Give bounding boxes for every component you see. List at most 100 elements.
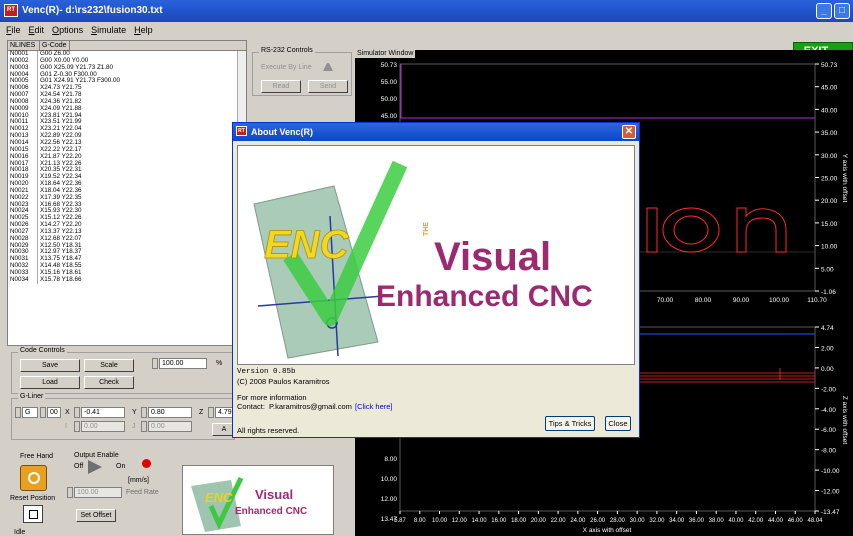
menu-bar: File Edit Options Simulate Help bbox=[0, 22, 853, 38]
top-x-tick-label: 70.00 bbox=[657, 297, 674, 304]
i-spinner[interactable] bbox=[74, 421, 80, 432]
scale-spinner[interactable] bbox=[152, 358, 158, 369]
feed-units-label: [mm/s] bbox=[128, 477, 149, 484]
g-field[interactable]: G bbox=[22, 407, 38, 418]
menu-options[interactable]: Options bbox=[52, 22, 83, 38]
bottom-x-tick-label: 8.00 bbox=[414, 518, 426, 524]
click-here-link[interactable]: [Click here] bbox=[355, 402, 393, 411]
output-toggle-switch[interactable] bbox=[88, 460, 102, 474]
side-left-tick-label: 8.00 bbox=[384, 456, 397, 463]
set-offset-button[interactable]: Set Offset bbox=[76, 509, 116, 522]
j-spinner[interactable] bbox=[141, 421, 147, 432]
y-label: Y bbox=[132, 409, 137, 416]
small-logo-panel: ENC Visual Enhanced CNC bbox=[182, 465, 334, 535]
g-liner-title: G-Liner bbox=[18, 393, 46, 401]
feed-rate-spinner[interactable] bbox=[67, 487, 73, 498]
top-right-tick-label: 40.00 bbox=[821, 107, 838, 114]
bottom-x-tick-label: 26.00 bbox=[590, 518, 606, 524]
side-right-tick-label: -8.00 bbox=[821, 448, 836, 455]
title-bar[interactable]: RT Venc(R)- d:\rs232\fusion30.txt _ □ bbox=[0, 0, 853, 22]
bottom-x-tick-label: 28.00 bbox=[610, 518, 626, 524]
y-spinner[interactable] bbox=[141, 407, 147, 418]
read-button[interactable]: Read bbox=[261, 80, 301, 93]
minimize-button[interactable]: _ bbox=[816, 3, 832, 19]
about-rights: All rights reserved. bbox=[237, 426, 300, 435]
output-status-led bbox=[142, 459, 151, 468]
j-field[interactable]: 0.00 bbox=[148, 421, 192, 432]
top-right-tick-label: 15.00 bbox=[821, 221, 838, 228]
gcode-row[interactable]: N0034 X15.78 Y18.66 bbox=[8, 276, 246, 284]
side-right-tick-label: -2.00 bbox=[821, 386, 836, 393]
side-right-tick-label: -10.00 bbox=[821, 468, 840, 475]
top-right-tick-label: 10.00 bbox=[821, 244, 838, 251]
about-contact-label: Contact: bbox=[237, 402, 265, 411]
top-right-axis-label: Y axis with offset bbox=[841, 154, 848, 203]
toolpath-letter-i bbox=[646, 207, 658, 253]
about-close-x-button[interactable]: ✕ bbox=[622, 125, 636, 139]
about-dialog: RT About Venc(R) ✕ ENC THE Visual Enhanc… bbox=[232, 122, 640, 438]
top-right-tick-label: 30.00 bbox=[821, 153, 838, 160]
y-field[interactable]: 0.80 bbox=[148, 407, 192, 418]
scale-percent-field[interactable]: 100.00 bbox=[159, 358, 207, 369]
about-title-bar[interactable]: RT About Venc(R) ✕ bbox=[233, 123, 639, 141]
top-right-tick-label: 25.00 bbox=[821, 176, 838, 183]
top-x-tick-label: 110.70 bbox=[807, 297, 827, 304]
about-close-button[interactable]: Close bbox=[605, 416, 631, 431]
side-right-tick-label: 2.00 bbox=[821, 345, 834, 352]
scale-button[interactable]: Scale bbox=[84, 359, 134, 372]
load-button[interactable]: Load bbox=[20, 376, 80, 389]
code-number-spinner[interactable] bbox=[40, 407, 46, 418]
gcode-line-number: N0034 bbox=[8, 276, 38, 284]
nlines-header[interactable]: NLINES bbox=[8, 41, 40, 50]
bottom-x-tick-label: 46.00 bbox=[788, 518, 804, 524]
bottom-x-tick-label: 32.00 bbox=[649, 518, 665, 524]
send-button[interactable]: Send bbox=[308, 80, 348, 93]
menu-file[interactable]: File bbox=[6, 22, 21, 38]
i-field[interactable]: 0.00 bbox=[81, 421, 125, 432]
menu-help[interactable]: Help bbox=[134, 22, 153, 38]
logo-visual-text: Visual bbox=[434, 235, 551, 279]
reset-icon bbox=[29, 510, 38, 519]
x-field[interactable]: -0.41 bbox=[81, 407, 125, 418]
execute-by-line-label: Execute By Line bbox=[261, 64, 312, 71]
small-logo-enc: ENC bbox=[205, 490, 233, 505]
about-logo-panel: ENC THE Visual Enhanced CNC bbox=[237, 145, 635, 365]
free-hand-button[interactable] bbox=[20, 465, 47, 491]
bottom-x-tick-label: 16.00 bbox=[491, 518, 507, 524]
menu-simulate[interactable]: Simulate bbox=[91, 22, 126, 38]
window-title: Venc(R)- d:\rs232\fusion30.txt bbox=[22, 5, 163, 16]
logo-the-text: THE bbox=[423, 222, 430, 236]
reset-position-button[interactable] bbox=[23, 505, 43, 523]
rs232-controls-group: RS-232 Controls Execute By Line Read Sen… bbox=[252, 47, 352, 96]
gcode-list[interactable]: NLINES G-Code N0001 G00 Z6.00 N0002 G00 X0.… bbox=[7, 40, 247, 346]
g-spinner[interactable] bbox=[15, 407, 21, 418]
save-button[interactable]: Save bbox=[20, 359, 80, 372]
z-spinner[interactable] bbox=[208, 407, 214, 418]
menu-edit[interactable]: Edit bbox=[29, 22, 45, 38]
toolpath-letter-n bbox=[736, 207, 787, 253]
about-logo: ENC THE Visual Enhanced CNC bbox=[253, 160, 593, 359]
top-x-tick-label: 90.00 bbox=[733, 297, 750, 304]
maximize-button[interactable]: □ bbox=[834, 3, 850, 19]
x-spinner[interactable] bbox=[74, 407, 80, 418]
feed-rate-field[interactable]: 100.00 bbox=[74, 487, 122, 498]
bottom-x-tick-label: 12.00 bbox=[452, 518, 468, 524]
gcode-col-header[interactable]: G-Code bbox=[40, 41, 70, 50]
code-number-field[interactable]: 00 bbox=[47, 407, 61, 418]
side-right-tick-label: 0.00 bbox=[821, 366, 834, 373]
top-right-tick-label: 45.00 bbox=[821, 85, 838, 92]
check-button[interactable]: Check bbox=[84, 376, 134, 389]
small-logo-plane bbox=[191, 480, 241, 532]
bottom-x-tick-label: 38.00 bbox=[709, 518, 725, 524]
about-email: P.karamitros@gmail.com bbox=[269, 402, 352, 411]
side-right-tick-label: -6.00 bbox=[821, 427, 836, 434]
about-title: About Venc(R) bbox=[251, 127, 313, 137]
tips-and-tricks-button[interactable]: Tips & Tricks bbox=[545, 416, 595, 431]
side-right-tick-label: -12.00 bbox=[821, 489, 840, 496]
side-right-axis-label: Z axis with offset bbox=[841, 396, 848, 444]
output-enable-label: Output Enable bbox=[74, 452, 119, 459]
reset-position-label: Reset Position bbox=[10, 495, 56, 502]
bottom-x-tick-label: 40.00 bbox=[728, 518, 744, 524]
hand-icon bbox=[28, 472, 40, 484]
logo-enc-text: ENC bbox=[264, 223, 350, 267]
